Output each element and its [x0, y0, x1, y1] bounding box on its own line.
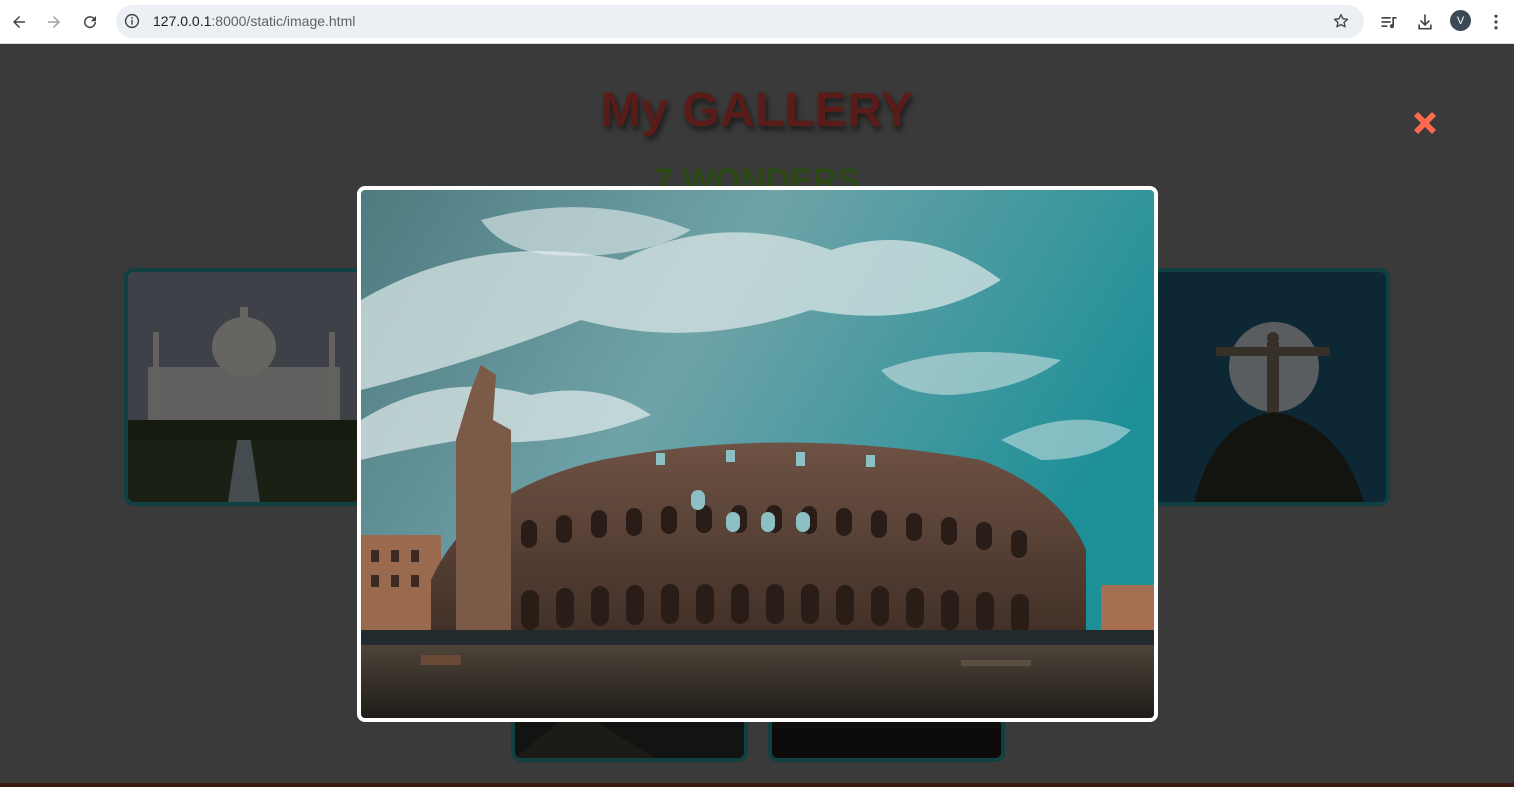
image-modal [357, 186, 1158, 722]
page-title: My GALLERY [600, 84, 914, 137]
reload-button[interactable] [76, 8, 104, 36]
download-button[interactable] [1412, 9, 1438, 35]
footer-strip [0, 783, 1514, 787]
forward-button[interactable] [40, 8, 68, 36]
back-arrow-icon [13, 16, 25, 28]
gallery-page: My GALLERY 7 WONDERS [0, 45, 1514, 787]
gallery-card-taj-mahal[interactable] [124, 268, 364, 506]
card-overlay [128, 272, 360, 502]
star-icon[interactable] [1332, 12, 1350, 30]
reload-icon [84, 16, 97, 29]
reading-list-button[interactable] [1376, 9, 1402, 35]
colosseum-image [361, 190, 1154, 718]
menu-dots-icon [1494, 14, 1498, 30]
menu-button[interactable] [1483, 9, 1509, 35]
profile-avatar[interactable]: V [1450, 10, 1471, 31]
close-icon[interactable] [1410, 108, 1440, 138]
browser-toolbar: 127.0.0.1:8000/static/image.html V [0, 0, 1514, 44]
url-text[interactable]: 127.0.0.1:8000/static/image.html [153, 13, 355, 29]
reading-list-icon [1381, 17, 1397, 29]
url-path: :8000/static/image.html [211, 13, 356, 29]
forward-arrow-icon [48, 16, 60, 28]
gallery-card-christ-redeemer[interactable] [1150, 268, 1390, 506]
back-button[interactable] [5, 8, 33, 36]
card-overlay [1154, 272, 1386, 502]
download-icon [1418, 14, 1432, 30]
url-host: 127.0.0.1 [153, 13, 212, 29]
address-bar[interactable]: 127.0.0.1:8000/static/image.html [116, 5, 1364, 38]
info-icon[interactable] [123, 12, 141, 30]
